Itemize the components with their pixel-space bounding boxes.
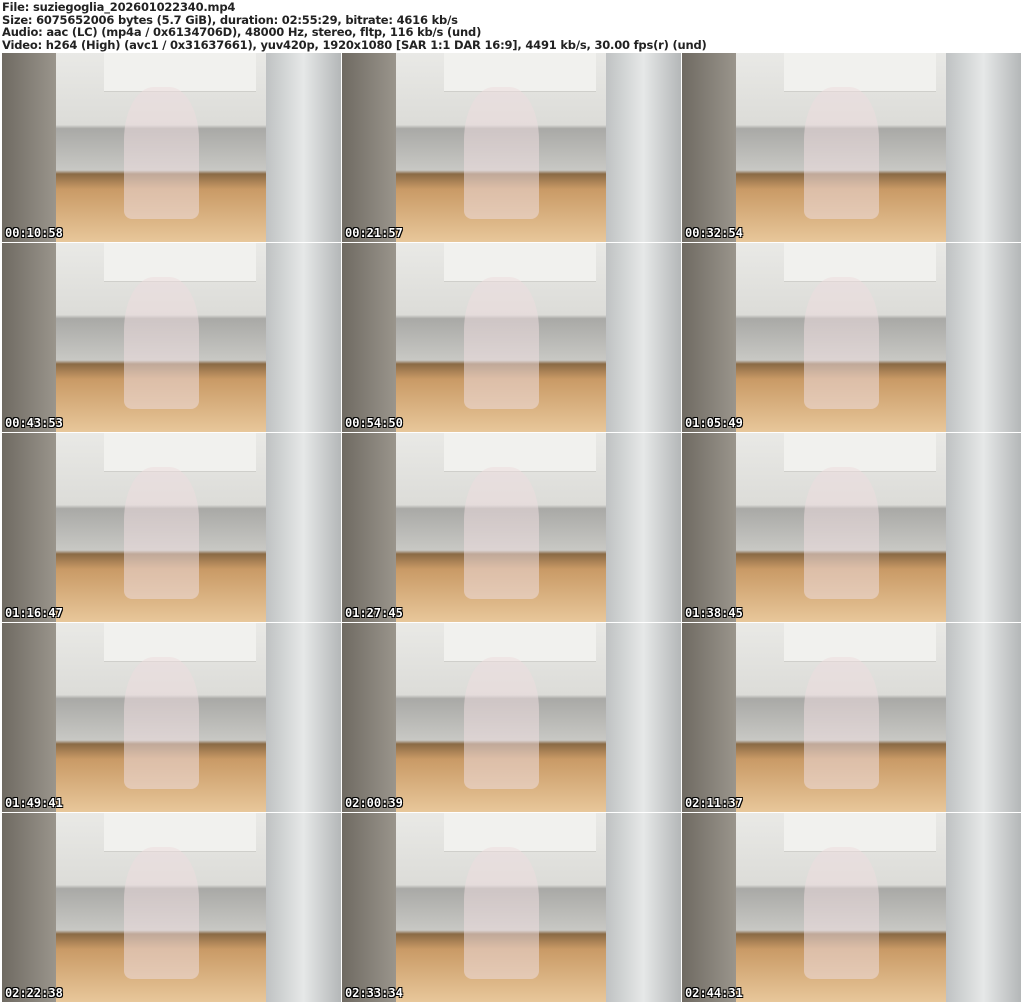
video-thumbnail: 02:22:38 xyxy=(2,813,341,1002)
fridge xyxy=(606,813,681,1002)
wall xyxy=(682,623,737,812)
cabinet xyxy=(103,813,257,852)
fridge xyxy=(266,433,341,622)
thumbnail-timestamp: 02:11:37 xyxy=(685,796,743,810)
wall xyxy=(2,243,57,432)
fridge xyxy=(946,433,1021,622)
video-thumbnail: 02:00:39 xyxy=(342,623,681,812)
frame-placeholder xyxy=(464,467,539,600)
cabinet xyxy=(443,433,597,472)
cabinet xyxy=(103,433,257,472)
wall xyxy=(342,433,397,622)
video-thumbnail: 01:27:45 xyxy=(342,433,681,622)
wall xyxy=(682,813,737,1002)
video-thumbnail: 00:54:50 xyxy=(342,243,681,432)
thumbnail-timestamp: 00:32:54 xyxy=(685,226,743,240)
cabinet xyxy=(443,53,597,92)
thumbnail-timestamp: 00:43:53 xyxy=(5,416,63,430)
fridge xyxy=(946,623,1021,812)
frame-placeholder xyxy=(124,277,199,410)
fridge xyxy=(946,243,1021,432)
frame-placeholder xyxy=(804,467,879,600)
wall xyxy=(682,433,737,622)
video-thumbnail: 01:49:41 xyxy=(2,623,341,812)
file-info-header: File: suziegoglia_202601022340.mp4 Size:… xyxy=(2,1,707,51)
video-thumbnail: 01:05:49 xyxy=(682,243,1021,432)
wall xyxy=(2,433,57,622)
frame-placeholder xyxy=(804,847,879,980)
frame-placeholder xyxy=(464,277,539,410)
video-thumbnail: 02:33:34 xyxy=(342,813,681,1002)
frame-placeholder xyxy=(464,847,539,980)
frame-placeholder xyxy=(124,657,199,790)
video-thumbnail: 00:10:58 xyxy=(2,53,341,242)
thumbnail-timestamp: 02:22:38 xyxy=(5,986,63,1000)
frame-placeholder xyxy=(124,847,199,980)
cabinet xyxy=(443,243,597,282)
fridge xyxy=(946,813,1021,1002)
thumbnail-timestamp: 02:33:34 xyxy=(345,986,403,1000)
fridge xyxy=(606,243,681,432)
video-thumbnail: 00:21:57 xyxy=(342,53,681,242)
wall xyxy=(2,813,57,1002)
cabinet xyxy=(103,623,257,662)
video-thumbnail: 02:11:37 xyxy=(682,623,1021,812)
video-thumbnail: 00:32:54 xyxy=(682,53,1021,242)
file-name: File: suziegoglia_202601022340.mp4 xyxy=(2,0,236,14)
thumbnail-timestamp: 02:44:31 xyxy=(685,986,743,1000)
fridge xyxy=(266,623,341,812)
frame-placeholder xyxy=(804,87,879,220)
wall xyxy=(682,243,737,432)
thumbnail-timestamp: 01:05:49 xyxy=(685,416,743,430)
fridge xyxy=(946,53,1021,242)
frame-placeholder xyxy=(124,467,199,600)
cabinet xyxy=(783,433,937,472)
wall xyxy=(682,53,737,242)
video-thumbnail: 00:43:53 xyxy=(2,243,341,432)
video-thumbnail: 01:38:45 xyxy=(682,433,1021,622)
video-info: Video: h264 (High) (avc1 / 0x31637661), … xyxy=(2,37,707,52)
frame-placeholder xyxy=(464,87,539,220)
wall xyxy=(342,813,397,1002)
wall xyxy=(342,53,397,242)
frame-placeholder xyxy=(804,277,879,410)
frame-placeholder xyxy=(464,657,539,790)
audio-info: Audio: aac (LC) (mp4a / 0x6134706D), 480… xyxy=(2,25,482,40)
cabinet xyxy=(783,623,937,662)
video-thumbnail: 01:16:47 xyxy=(2,433,341,622)
fridge xyxy=(266,53,341,242)
wall xyxy=(2,623,57,812)
fridge xyxy=(606,623,681,812)
fridge xyxy=(606,433,681,622)
cabinet xyxy=(783,243,937,282)
cabinet xyxy=(103,53,257,92)
fridge xyxy=(266,813,341,1002)
fridge xyxy=(606,53,681,242)
thumbnail-timestamp: 00:10:58 xyxy=(5,226,63,240)
thumbnail-timestamp: 00:54:50 xyxy=(345,416,403,430)
video-thumbnail: 02:44:31 xyxy=(682,813,1021,1002)
wall xyxy=(342,623,397,812)
cabinet xyxy=(443,623,597,662)
thumbnail-timestamp: 00:21:57 xyxy=(345,226,403,240)
cabinet xyxy=(103,243,257,282)
cabinet xyxy=(783,813,937,852)
thumbnail-timestamp: 01:27:45 xyxy=(345,606,403,620)
wall xyxy=(342,243,397,432)
thumbnail-grid: 00:10:58 00:21:57 00:32:54 00:43:53 00:54:50… xyxy=(2,53,1021,1002)
cabinet xyxy=(783,53,937,92)
thumbnail-timestamp: 01:38:45 xyxy=(685,606,743,620)
frame-placeholder xyxy=(804,657,879,790)
wall xyxy=(2,53,57,242)
frame-placeholder xyxy=(124,87,199,220)
thumbnail-timestamp: 01:16:47 xyxy=(5,606,63,620)
cabinet xyxy=(443,813,597,852)
fridge xyxy=(266,243,341,432)
thumbnail-timestamp: 01:49:41 xyxy=(5,796,63,810)
thumbnail-timestamp: 02:00:39 xyxy=(345,796,403,810)
